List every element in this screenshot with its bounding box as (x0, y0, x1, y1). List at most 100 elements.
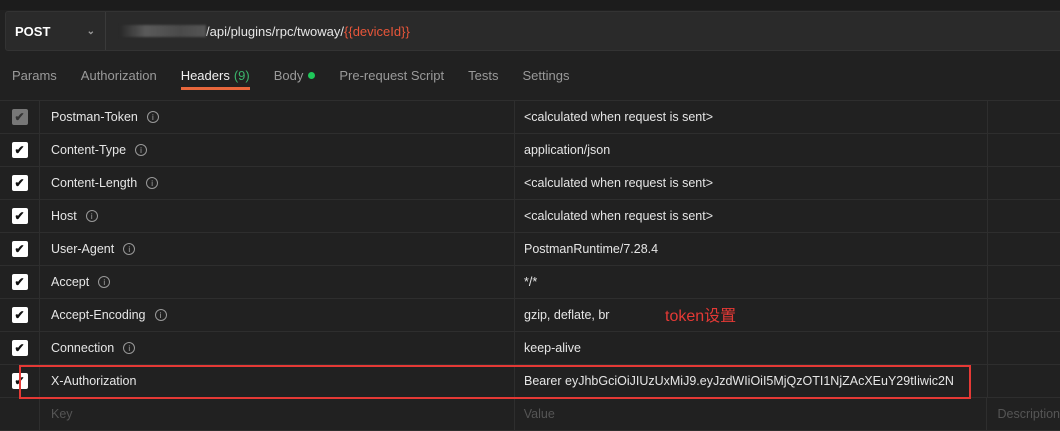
key-cell[interactable]: X-Authorization (40, 365, 515, 397)
headers-table: ✔ Postman-Token i <calculated when reques… (0, 100, 1060, 431)
info-icon[interactable]: i (146, 177, 159, 189)
key-cell[interactable]: Content-Length i (40, 167, 515, 199)
key-input[interactable]: Key (40, 398, 515, 430)
new-header-row: Key Value Description (0, 398, 1060, 431)
checkbox-cell: ✔ (0, 167, 40, 199)
header-value: <calculated when request is sent> (524, 209, 714, 223)
table-row: ✔ Accept-Encoding i gzip, deflate, br (0, 299, 1060, 332)
checkbox-cell: ✔ (0, 200, 40, 232)
value-cell[interactable]: application/json (515, 134, 988, 166)
header-value: gzip, deflate, br (524, 308, 610, 322)
annotation-label: token设置 (665, 308, 737, 325)
request-tabs: Params Authorization Headers (9) Body Pre… (0, 60, 581, 92)
header-value: application/json (524, 143, 611, 157)
value-cell[interactable]: <calculated when request is sent> (515, 200, 988, 232)
tab-headers[interactable]: Headers (9) (169, 60, 262, 90)
key-cell[interactable]: Content-Type i (40, 134, 515, 166)
checkbox[interactable]: ✔ (11, 373, 28, 389)
checkbox[interactable]: ✔ (11, 142, 28, 158)
checkbox[interactable]: ✔ (11, 175, 28, 191)
value-cell[interactable]: <calculated when request is sent> (515, 167, 988, 199)
checkbox-cell: ✔ (0, 233, 40, 265)
info-icon[interactable]: i (135, 144, 148, 156)
header-key: Connection (51, 341, 115, 355)
value-input[interactable]: Value (515, 398, 988, 430)
header-key: Content-Type (51, 143, 127, 157)
info-icon[interactable]: i (123, 243, 136, 255)
method-select[interactable]: POST ⌄ (6, 12, 106, 50)
description-cell[interactable] (988, 266, 1060, 298)
body-indicator-dot (308, 71, 316, 79)
key-cell[interactable]: Accept-Encoding i (40, 299, 515, 331)
info-icon[interactable]: i (85, 210, 98, 222)
header-key: Accept-Encoding (51, 308, 146, 322)
header-value: PostmanRuntime/7.28.4 (524, 242, 659, 256)
key-cell[interactable]: Postman-Token i (40, 101, 515, 133)
url-path: /api/plugins/rpc/twoway/ (206, 23, 345, 39)
checkbox[interactable]: ✔ (11, 241, 28, 257)
header-key: Host (51, 209, 77, 223)
url-input[interactable]: /api/plugins/rpc/twoway/{{deviceId}} (106, 24, 410, 39)
value-cell[interactable]: Bearer eyJhbGciOiJIUzUxMiJ9.eyJzdWIiOiI5… (515, 365, 988, 397)
url-bar: POST ⌄ /api/plugins/rpc/twoway/{{deviceId… (5, 11, 1060, 51)
description-cell[interactable] (988, 134, 1060, 166)
description-cell[interactable] (988, 200, 1060, 232)
header-key: Content-Length (51, 176, 138, 190)
header-key: Accept (51, 275, 90, 289)
checkbox-cell: ✔ (0, 266, 40, 298)
tab-pre-request-script[interactable]: Pre-request Script (327, 60, 456, 90)
checkbox[interactable]: ✔ (11, 340, 28, 356)
table-row: ✔ Connection i keep-alive (0, 332, 1060, 365)
header-key: X-Authorization (51, 374, 137, 388)
header-value: keep-alive (524, 341, 581, 355)
table-row: ✔ Accept i */* (0, 266, 1060, 299)
header-value: */* (524, 275, 538, 289)
tab-body[interactable]: Body (262, 60, 328, 90)
tab-tests[interactable]: Tests (456, 60, 510, 90)
top-bar (0, 0, 1060, 10)
checkbox-cell: ✔ (0, 365, 40, 397)
description-cell[interactable] (988, 101, 1060, 133)
tab-settings[interactable]: Settings (510, 60, 581, 90)
value-cell[interactable]: gzip, deflate, br (515, 299, 988, 331)
info-icon[interactable]: i (98, 276, 111, 288)
checkbox-cell (0, 398, 40, 430)
description-cell[interactable] (988, 167, 1060, 199)
tab-params[interactable]: Params (0, 60, 69, 90)
header-value: Bearer eyJhbGciOiJIUzUxMiJ9.eyJzdWIiOiI5… (524, 374, 954, 388)
checkbox[interactable]: ✔ (11, 307, 28, 323)
key-cell[interactable]: Host i (40, 200, 515, 232)
checkbox-cell: ✔ (0, 299, 40, 331)
table-row: ✔ Host i <calculated when request is sent… (0, 200, 1060, 233)
table-row: ✔ User-Agent i PostmanRuntime/7.28.4 (0, 233, 1060, 266)
description-cell[interactable] (988, 233, 1060, 265)
description-cell[interactable] (988, 365, 1060, 397)
table-row: ✔ X-Authorization Bearer eyJhbGciOiJIUzU… (0, 365, 1060, 398)
value-cell[interactable]: PostmanRuntime/7.28.4 (515, 233, 988, 265)
header-key: Postman-Token (51, 110, 138, 124)
checkbox[interactable]: ✔ (11, 274, 28, 290)
info-icon[interactable]: i (146, 111, 159, 123)
header-value: <calculated when request is sent> (524, 176, 714, 190)
headers-count: (9) (233, 67, 250, 83)
checkbox-cell: ✔ (0, 134, 40, 166)
header-value: <calculated when request is sent> (524, 110, 714, 124)
value-cell[interactable]: keep-alive (515, 332, 988, 364)
description-cell[interactable] (988, 332, 1060, 364)
info-icon[interactable]: i (123, 342, 136, 354)
table-row: ✔ Postman-Token i <calculated when reques… (0, 101, 1060, 134)
table-row: ✔ Content-Length i <calculated when reque… (0, 167, 1060, 200)
key-cell[interactable]: Accept i (40, 266, 515, 298)
key-cell[interactable]: Connection i (40, 332, 515, 364)
info-icon[interactable]: i (154, 309, 167, 321)
description-input[interactable]: Description (987, 398, 1060, 430)
checkbox-cell: ✔ (0, 101, 40, 133)
tab-authorization[interactable]: Authorization (69, 60, 169, 90)
value-cell[interactable]: */* (515, 266, 988, 298)
key-cell[interactable]: User-Agent i (40, 233, 515, 265)
value-cell[interactable]: <calculated when request is sent> (515, 101, 988, 133)
checkbox[interactable]: ✔ (11, 109, 28, 125)
description-cell[interactable] (988, 299, 1060, 331)
method-label: POST (15, 23, 51, 39)
checkbox[interactable]: ✔ (11, 208, 28, 224)
